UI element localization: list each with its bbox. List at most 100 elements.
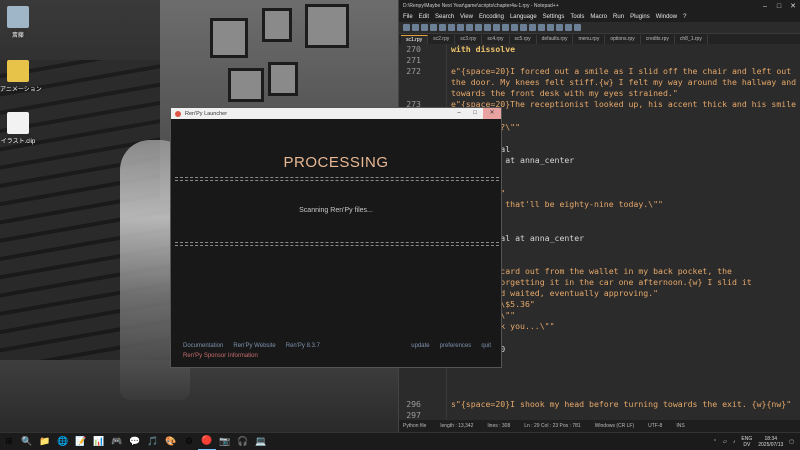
save-icon[interactable] xyxy=(421,24,428,31)
desktop-icon[interactable]: 斎藤 xyxy=(0,6,36,39)
menu-search[interactable]: Search xyxy=(435,14,454,20)
desktop-icon[interactable]: イラスト.clip xyxy=(0,112,36,145)
menu-file[interactable]: File xyxy=(403,14,413,20)
menu-view[interactable]: View xyxy=(460,14,473,20)
find-icon[interactable] xyxy=(502,24,509,31)
paste-icon[interactable] xyxy=(475,24,482,31)
tab-menu[interactable]: menu.rpy xyxy=(573,35,606,44)
indent-guide-icon[interactable] xyxy=(556,24,563,31)
minimize-icon[interactable]: – xyxy=(758,3,772,10)
close-icon[interactable]: ✕ xyxy=(483,108,501,119)
taskbar-app-icon[interactable]: 🎧 xyxy=(234,433,252,450)
clock[interactable]: 18:34 2025/07/13 xyxy=(758,436,783,448)
tab-defaults[interactable]: defaults.rpy xyxy=(537,35,574,44)
sync-scroll-icon[interactable] xyxy=(538,24,545,31)
code-line: }Balance: \$5.36" xyxy=(451,299,535,310)
code-line: e"{space=20}I forced out a smile as I sl… xyxy=(451,66,792,77)
tab-credits[interactable]: credits.rpy xyxy=(641,35,675,44)
start-button[interactable]: ⊞ xyxy=(0,433,18,450)
menu-settings[interactable]: Settings xyxy=(543,14,565,20)
maximize-icon[interactable]: □ xyxy=(772,3,786,10)
notepad-titlebar[interactable]: D:\Renpy\Maybe Next Year\game\scripts\ch… xyxy=(399,0,800,12)
taskbar-app-icon[interactable]: 💻 xyxy=(252,433,270,450)
close-file-icon[interactable] xyxy=(439,24,446,31)
taskbar-app-icon[interactable]: 🎮 xyxy=(108,433,126,450)
maximize-icon[interactable]: □ xyxy=(467,108,483,119)
volume-icon[interactable]: ♪ xyxy=(733,439,736,445)
menu-language[interactable]: Language xyxy=(510,14,537,20)
wallpaper-floor xyxy=(0,360,420,432)
taskbar-app-icon[interactable]: ⚙ xyxy=(180,433,198,450)
launcher-footer: Documentation Ren'Py Website Ren'Py 8.3.… xyxy=(183,343,491,359)
copy-icon[interactable] xyxy=(466,24,473,31)
taskbar-app-icon[interactable]: 📝 xyxy=(72,433,90,450)
taskbar-app-icon[interactable]: 🌐 xyxy=(54,433,72,450)
taskbar-app-icon[interactable]: 🎵 xyxy=(144,433,162,450)
zoom-out-icon[interactable] xyxy=(529,24,536,31)
line-number: 296 xyxy=(406,399,421,409)
taskbar-apps: ⊞ 🔍 📁 🌐 📝 📊 🎮 💬 🎵 🎨 ⚙ 🔴 📷 🎧 💻 xyxy=(0,433,270,450)
sponsor-link[interactable]: Ren'Py Sponsor Information xyxy=(183,353,491,359)
status-lines: lines : 308 xyxy=(487,423,511,429)
menu-plugins[interactable]: Plugins xyxy=(630,14,650,20)
taskbar-app-icon[interactable]: 💬 xyxy=(126,433,144,450)
menu-encoding[interactable]: Encoding xyxy=(479,14,504,20)
launcher-titlebar[interactable]: Ren'Py Launcher – □ ✕ xyxy=(171,108,501,119)
menu-run[interactable]: Run xyxy=(613,14,624,20)
documentation-link[interactable]: Documentation xyxy=(183,343,223,349)
taskbar-app-icon[interactable]: 📷 xyxy=(216,433,234,450)
menu-macro[interactable]: Macro xyxy=(590,14,607,20)
tab-ch8-1[interactable]: ch8_1.rpy xyxy=(675,35,708,44)
desktop-icon[interactable]: アニメーション xyxy=(0,60,42,93)
zoom-in-icon[interactable] xyxy=(520,24,527,31)
preferences-link[interactable]: preferences xyxy=(440,343,472,349)
redo-icon[interactable] xyxy=(493,24,500,31)
tab-sc2[interactable]: sc2.rpy xyxy=(428,35,456,44)
word-wrap-icon[interactable] xyxy=(547,24,554,31)
menu-edit[interactable]: Edit xyxy=(419,14,429,20)
desktop-icon-label: アニメーション xyxy=(0,87,42,93)
code-line: }"Receipt?\"" xyxy=(451,310,800,321)
tab-sc3[interactable]: sc3.rpy xyxy=(455,35,483,44)
macro-play-icon[interactable] xyxy=(574,24,581,31)
tab-options[interactable]: options.rpy xyxy=(605,35,641,44)
menu-window[interactable]: Window xyxy=(656,14,677,20)
status-eol: Windows (CR LF) xyxy=(594,423,635,429)
cut-icon[interactable] xyxy=(457,24,464,31)
notification-icon[interactable]: ▢ xyxy=(789,439,794,445)
taskbar-app-icon[interactable]: 🎨 xyxy=(162,433,180,450)
macro-record-icon[interactable] xyxy=(565,24,572,31)
replace-icon[interactable] xyxy=(511,24,518,31)
renpy-launcher-window[interactable]: Ren'Py Launcher – □ ✕ PROCESSING Scannin… xyxy=(170,107,502,368)
print-icon[interactable] xyxy=(448,24,455,31)
tab-sc5[interactable]: sc5.rpy xyxy=(510,35,537,44)
minimize-icon[interactable]: – xyxy=(451,108,467,119)
tab-sc4[interactable]: sc4.rpy xyxy=(482,35,510,44)
close-icon[interactable]: ✕ xyxy=(786,2,800,10)
undo-icon[interactable] xyxy=(484,24,491,31)
website-link[interactable]: Ren'Py Website xyxy=(233,343,275,349)
taskbar-app-icon[interactable]: 🔴 xyxy=(198,433,216,450)
version-link[interactable]: Ren'Py 8.3.7 xyxy=(286,343,320,349)
line-number: 271 xyxy=(406,55,421,66)
open-file-icon[interactable] xyxy=(412,24,419,31)
menu-help[interactable]: ? xyxy=(683,14,686,20)
taskbar-app-icon[interactable]: 🔍 xyxy=(18,433,36,450)
tray-chevron-icon[interactable]: ⌃ xyxy=(713,439,717,445)
menu-tools[interactable]: Tools xyxy=(570,14,584,20)
quit-link[interactable]: quit xyxy=(481,343,491,349)
update-link[interactable]: update xyxy=(411,343,429,349)
taskbar-app-icon[interactable]: 📁 xyxy=(36,433,54,450)
clock-date: 2025/07/13 xyxy=(758,441,784,448)
network-icon[interactable]: ▱ xyxy=(723,439,727,445)
tab-sc1[interactable]: sc1.rpy xyxy=(401,35,429,44)
notepad-tabbar: sc1.rpy sc2.rpy sc3.rpy sc4.rpy sc5.rpy … xyxy=(399,34,800,44)
taskbar-app-icon[interactable]: 📊 xyxy=(90,433,108,450)
save-all-icon[interactable] xyxy=(430,24,437,31)
new-file-icon[interactable] xyxy=(403,24,410,31)
language-indicator[interactable]: ENG DV xyxy=(741,436,752,448)
